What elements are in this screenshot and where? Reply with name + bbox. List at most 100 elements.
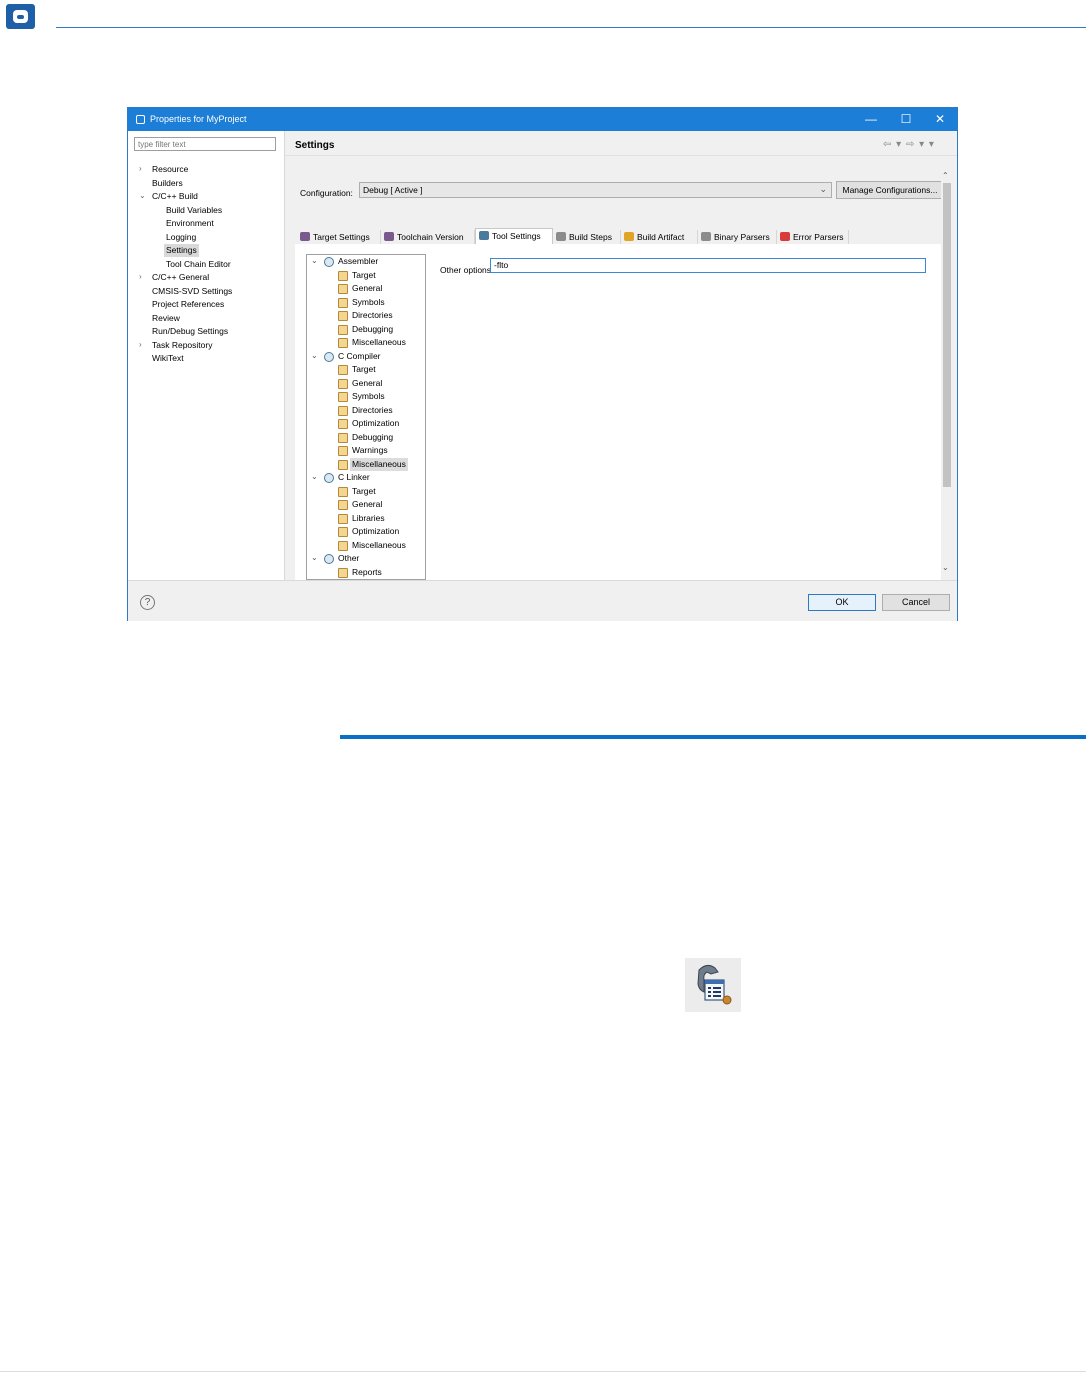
option-category-icon xyxy=(338,392,348,402)
tool-tree-node[interactable]: Other xyxy=(338,552,359,565)
option-tree-node[interactable]: Miscellaneous xyxy=(352,539,406,552)
vertical-scrollbar[interactable]: ⌃ ⌄ xyxy=(941,171,953,574)
scroll-down-icon[interactable]: ⌄ xyxy=(942,563,949,572)
close-button[interactable]: ✕ xyxy=(923,108,957,131)
nav-item-resource[interactable]: Resource xyxy=(152,163,188,176)
tree-toggle-icon[interactable]: › xyxy=(139,164,142,173)
option-tree-node[interactable]: General xyxy=(352,282,382,295)
option-tree-node[interactable]: Reports xyxy=(352,566,382,579)
nav-item-cmsis-svd-settings[interactable]: CMSIS-SVD Settings xyxy=(152,285,232,298)
configuration-select[interactable]: Debug [ Active ] ⌄ xyxy=(359,182,832,198)
tree-toggle-icon[interactable]: › xyxy=(139,272,142,281)
tree-toggle-icon[interactable]: ⌄ xyxy=(139,191,146,200)
maximize-button[interactable]: ☐ xyxy=(889,108,923,131)
nav-item-wikitext[interactable]: WikiText xyxy=(152,352,184,365)
settings-content: Configuration: Debug [ Active ] ⌄ Manage… xyxy=(295,171,944,580)
tab-icon xyxy=(556,232,566,241)
tab-target-settings[interactable]: Target Settings xyxy=(297,230,381,244)
option-tree-node[interactable]: Miscellaneous xyxy=(350,457,408,471)
minimize-button[interactable]: — xyxy=(854,108,888,131)
manage-configurations-button[interactable]: Manage Configurations... xyxy=(836,181,944,199)
app-logo xyxy=(6,4,35,29)
option-category-icon xyxy=(338,486,348,497)
tab-binary-parsers[interactable]: Binary Parsers xyxy=(698,230,777,244)
tab-label: Tool Settings xyxy=(492,231,541,241)
tab-error-parsers[interactable]: Error Parsers xyxy=(777,230,849,244)
nav-item-c-c-build[interactable]: C/C++ Build xyxy=(152,190,198,203)
nav-item-task-repository[interactable]: Task Repository xyxy=(152,339,212,352)
option-tree-node[interactable]: Target xyxy=(352,363,376,376)
option-tree-node[interactable]: Symbols xyxy=(352,296,385,309)
page-title: Settings xyxy=(295,140,335,151)
tab-build-artifact[interactable]: Build Artifact xyxy=(621,230,698,244)
option-tree-node[interactable]: Warnings xyxy=(352,444,388,457)
tool-settings-tab-body: ⌄ Assembler Target General Symbols Directorie… xyxy=(295,244,941,580)
dialog-title: Properties for MyProject xyxy=(150,114,247,124)
option-tree-node[interactable]: General xyxy=(352,498,382,511)
tool-tree-node[interactable]: C Linker xyxy=(338,471,370,484)
option-tree-node[interactable]: Debugging xyxy=(352,323,393,336)
filter-input[interactable] xyxy=(134,137,276,151)
configuration-value: Debug [ Active ] xyxy=(363,185,423,195)
option-category-icon xyxy=(338,297,348,308)
option-category-icon xyxy=(338,513,348,524)
nav-item-tool-chain-editor[interactable]: Tool Chain Editor xyxy=(166,258,231,271)
header-separator xyxy=(285,155,957,156)
option-tree-node[interactable]: Optimization xyxy=(352,417,399,430)
section-divider xyxy=(340,735,1086,739)
nav-item-environment[interactable]: Environment xyxy=(166,217,214,230)
nav-item-settings[interactable]: Settings xyxy=(164,244,199,257)
option-tree-node[interactable]: Miscellaneous xyxy=(352,336,406,349)
nav-item-run-debug-settings[interactable]: Run/Debug Settings xyxy=(152,325,228,338)
option-tree-node[interactable]: Target xyxy=(352,485,376,498)
tab-tool-settings[interactable]: Tool Settings xyxy=(475,228,553,245)
tab-toolchain-version[interactable]: Toolchain Version xyxy=(381,230,475,244)
option-tree-node[interactable]: General xyxy=(352,377,382,390)
header-divider xyxy=(56,27,1086,28)
tab-build-steps[interactable]: Build Steps xyxy=(553,230,621,244)
nav-item-build-variables[interactable]: Build Variables xyxy=(166,204,222,217)
other-options-input[interactable]: -flto xyxy=(490,258,926,273)
tree-toggle-icon[interactable]: ⌄ xyxy=(311,351,318,360)
option-tree-node[interactable]: Optimization xyxy=(352,525,399,538)
option-category-icon xyxy=(338,527,348,537)
footer-divider xyxy=(0,1371,1086,1372)
nav-item-project-references[interactable]: Project References xyxy=(152,298,224,311)
option-category-icon xyxy=(338,419,348,429)
nav-item-c-c-general[interactable]: C/C++ General xyxy=(152,271,209,284)
option-tree-node[interactable]: Libraries xyxy=(352,512,385,525)
nav-item-logging[interactable]: Logging xyxy=(166,231,196,244)
tree-toggle-icon[interactable]: › xyxy=(139,340,142,349)
tool-icon xyxy=(324,257,334,267)
tree-toggle-icon[interactable]: ⌄ xyxy=(311,553,318,562)
scroll-thumb[interactable] xyxy=(943,183,951,487)
option-tree-node[interactable]: Directories xyxy=(352,404,393,417)
option-category-icon xyxy=(338,311,348,321)
ok-button[interactable]: OK xyxy=(808,594,876,611)
other-options-label: Other options xyxy=(440,265,492,275)
option-tree-node[interactable]: Target xyxy=(352,269,376,282)
help-icon[interactable]: ? xyxy=(140,595,155,610)
nav-item-review[interactable]: Review xyxy=(152,312,180,325)
tool-icon xyxy=(324,351,334,362)
dialog-titlebar[interactable]: Properties for MyProject — ☐ ✕ xyxy=(128,108,957,131)
tree-toggle-icon[interactable]: ⌄ xyxy=(311,256,318,265)
tree-toggle-icon[interactable]: ⌄ xyxy=(311,472,318,481)
option-category-icon xyxy=(338,459,348,470)
tab-icon xyxy=(780,232,790,241)
option-category-icon xyxy=(338,378,348,389)
tab-label: Build Artifact xyxy=(637,232,685,242)
option-tree-node[interactable]: Directories xyxy=(352,309,393,322)
option-category-icon xyxy=(338,446,348,456)
tab-label: Toolchain Version xyxy=(397,232,464,242)
option-tree-node[interactable]: Debugging xyxy=(352,431,393,444)
tool-tree-node[interactable]: C Compiler xyxy=(338,350,381,363)
scroll-up-icon[interactable]: ⌃ xyxy=(942,171,949,180)
tab-label: Error Parsers xyxy=(793,232,844,242)
history-nav-arrows[interactable]: ⇦ ▾ ⇨ ▾ ▾ xyxy=(883,139,935,150)
option-tree-node[interactable]: Symbols xyxy=(352,390,385,403)
option-category-icon xyxy=(338,338,348,348)
tool-tree-node[interactable]: Assembler xyxy=(338,255,378,268)
nav-item-builders[interactable]: Builders xyxy=(152,177,183,190)
cancel-button[interactable]: Cancel xyxy=(882,594,950,611)
